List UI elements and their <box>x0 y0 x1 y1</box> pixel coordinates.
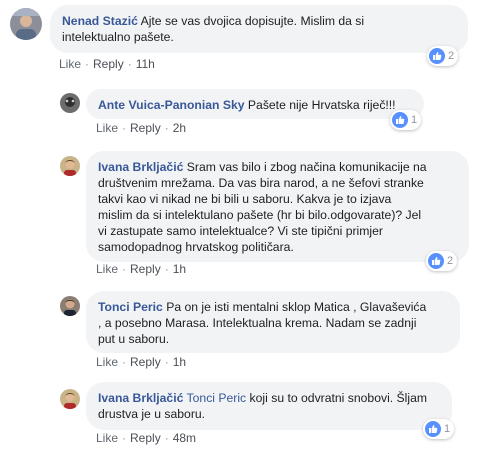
comment-actions: Like · Reply · 48m <box>96 431 196 445</box>
comment-text: koji su to odvratni snobovi. Šljam <box>249 391 428 405</box>
thumbs-up-icon <box>428 253 444 269</box>
reaction-count[interactable]: 2 <box>426 251 458 271</box>
comment-text: put u saboru. <box>98 332 170 346</box>
reply-link[interactable]: Reply <box>93 57 124 71</box>
avatar[interactable] <box>60 156 80 176</box>
comment-author[interactable]: Tonci Peric <box>98 300 163 314</box>
comment-text: Pa on je isti mentalni sklop Matica , Gl… <box>166 300 427 314</box>
like-link[interactable]: Like <box>96 355 118 369</box>
comment-bubble: Nenad Stazić Ajte se vas dvojica dopisuj… <box>50 5 468 53</box>
separator: · <box>164 355 169 369</box>
avatar[interactable] <box>60 389 80 409</box>
separator: · <box>122 262 127 276</box>
comment-author[interactable]: Ante Vuica-Panonian Sky <box>98 98 245 112</box>
reaction-number: 1 <box>411 114 418 126</box>
timestamp[interactable]: 2h <box>173 121 186 135</box>
comment-actions: Like · Reply · 1h <box>96 262 186 276</box>
like-link[interactable]: Like <box>59 57 81 71</box>
avatar[interactable] <box>60 296 80 316</box>
comment-text: takvi kao vi nikad ne bi bili u saboru. … <box>98 192 392 206</box>
timestamp[interactable]: 1h <box>173 262 186 276</box>
reply-link[interactable]: Reply <box>130 262 161 276</box>
reply-link[interactable]: Reply <box>130 431 161 445</box>
comment-bubble: Ivana Brkljačić Sram vas bilo i zbog nač… <box>86 151 469 262</box>
comment-text: drustva je u saboru. <box>98 407 206 421</box>
comment-text: Pašete nije Hrvatska riječ!!! <box>247 98 396 112</box>
comment-text: Ajte se vas dvojica dopisujte. Mislim da… <box>140 14 365 28</box>
comment-author[interactable]: Nenad Stazić <box>62 14 138 28</box>
reply-link[interactable]: Reply <box>130 121 161 135</box>
separator: · <box>85 57 90 71</box>
separator: · <box>122 431 127 445</box>
separator: · <box>164 262 169 276</box>
reply-link[interactable]: Reply <box>130 355 161 369</box>
comment-bubble: Ante Vuica-Panonian Sky Pašete nije Hrva… <box>86 89 424 119</box>
comment-text: vi zastupate samo intelektualce? Vi ste … <box>98 224 383 238</box>
reaction-count[interactable]: 1 <box>390 110 422 130</box>
separator: · <box>164 431 169 445</box>
separator: · <box>122 355 127 369</box>
comment-actions: Like · Reply · 11h <box>59 57 155 71</box>
separator: · <box>164 121 169 135</box>
reaction-number: 2 <box>448 50 455 62</box>
comment-actions: Like · Reply · 1h <box>96 355 186 369</box>
comment-bubble: Ivana Brkljačić Tonci Peric koji su to o… <box>86 382 452 430</box>
separator: · <box>127 57 132 71</box>
reaction-number: 2 <box>447 255 454 267</box>
reaction-count[interactable]: 2 <box>427 46 459 66</box>
comment-author[interactable]: Ivana Brkljačić <box>98 391 183 405</box>
separator: · <box>122 121 127 135</box>
timestamp[interactable]: 1h <box>173 355 186 369</box>
timestamp[interactable]: 48m <box>173 431 196 445</box>
reaction-count[interactable]: 1 <box>423 419 455 439</box>
like-link[interactable]: Like <box>96 431 118 445</box>
comment-bubble: Tonci Peric Pa on je isti mentalni sklop… <box>86 291 460 353</box>
comment-author[interactable]: Ivana Brkljačić <box>98 160 183 174</box>
like-link[interactable]: Like <box>96 121 118 135</box>
reaction-number: 1 <box>444 423 451 435</box>
avatar[interactable] <box>60 93 80 113</box>
comment-text: samodopadnog hrvatskog političara. <box>98 240 294 254</box>
mention-tag[interactable]: Tonci Peric <box>187 391 247 405</box>
timestamp[interactable]: 11h <box>136 57 155 71</box>
comment-text: , a posebno Marasa. Intelektualna krema.… <box>98 316 417 330</box>
thumbs-up-icon <box>429 48 445 64</box>
comment-text: intelektualno pašete. <box>62 30 174 44</box>
comment-text: Sram vas bilo i zbog načina komunikacije… <box>186 160 427 174</box>
thumbs-up-icon <box>392 112 408 128</box>
like-link[interactable]: Like <box>96 262 118 276</box>
comment-actions: Like · Reply · 2h <box>96 121 186 135</box>
avatar[interactable] <box>10 8 42 40</box>
comment-text: mislim da si intelektulano pašete (hr bi… <box>98 208 422 222</box>
comment-text: društvenim mrežama. Da vas bira narod, a… <box>98 176 424 190</box>
thumbs-up-icon <box>425 421 441 437</box>
